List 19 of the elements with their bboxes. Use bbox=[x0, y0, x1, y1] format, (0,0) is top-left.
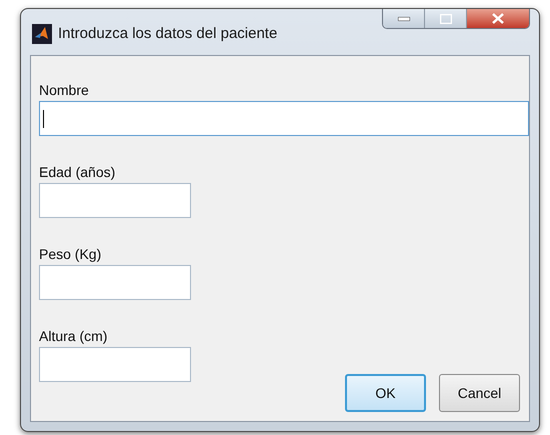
input-field[interactable] bbox=[39, 347, 191, 382]
field-label: Nombre bbox=[39, 82, 90, 98]
minimize-button[interactable] bbox=[383, 9, 425, 28]
dialog-button[interactable]: Cancel bbox=[439, 374, 520, 412]
close-icon bbox=[492, 13, 504, 24]
field-label: Edad (años) bbox=[39, 164, 116, 180]
input-field[interactable] bbox=[39, 265, 191, 300]
close-button[interactable] bbox=[467, 9, 529, 28]
field-label: Altura (cm) bbox=[39, 328, 108, 344]
input-field[interactable] bbox=[39, 101, 529, 136]
dialog-button[interactable]: OK bbox=[345, 374, 426, 412]
window-title: Introduzca los datos del paciente bbox=[58, 24, 278, 44]
app-logo-icon bbox=[32, 24, 52, 44]
minimize-icon bbox=[398, 16, 410, 20]
text-caret bbox=[43, 110, 44, 128]
maximize-button[interactable] bbox=[425, 9, 467, 28]
maximize-icon bbox=[440, 14, 452, 24]
input-field[interactable] bbox=[39, 183, 191, 218]
field-label: Peso (Kg) bbox=[39, 246, 102, 262]
